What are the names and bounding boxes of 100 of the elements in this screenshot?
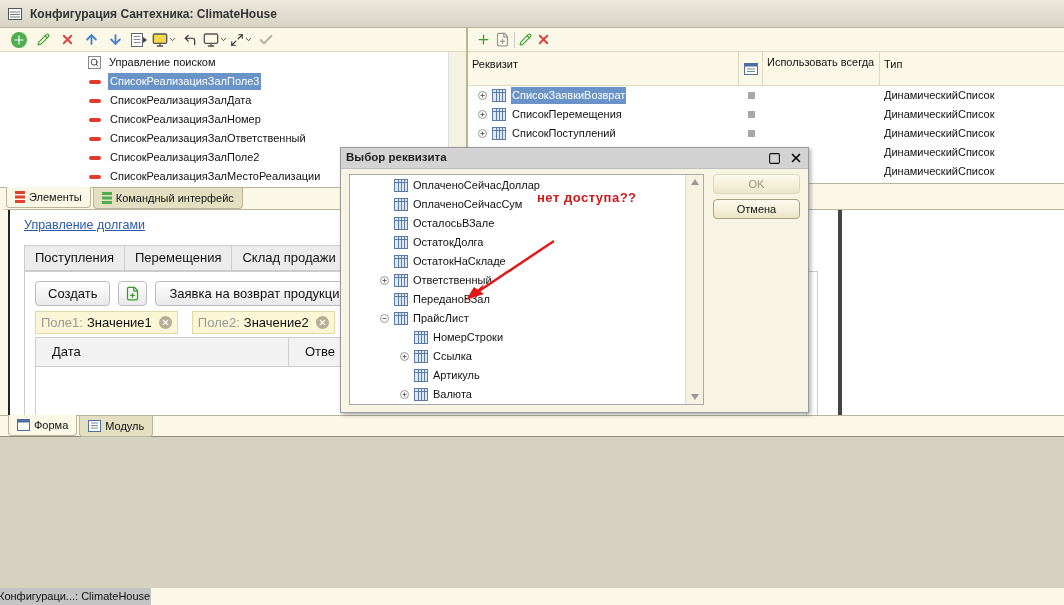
column-header[interactable]: Реквизит <box>468 52 739 85</box>
edit-icon[interactable] <box>519 33 532 46</box>
scrollbar[interactable] <box>685 175 703 404</box>
filter-chip[interactable]: Поле1: Значение1 <box>35 310 178 334</box>
resize-icon[interactable] <box>230 32 244 47</box>
table-icon <box>414 369 428 382</box>
filter-field: Поле2: <box>197 312 240 332</box>
table-icon <box>394 198 408 211</box>
tree-item[interactable]: ОплаченоСейчасСум <box>413 196 523 213</box>
form-icon <box>743 62 758 75</box>
search-icon <box>88 56 101 69</box>
checkbox[interactable] <box>747 130 755 137</box>
form-icon[interactable] <box>131 32 147 47</box>
table-cell[interactable]: СписокПеремещения <box>511 106 623 123</box>
field-icon <box>89 117 101 122</box>
tab[interactable]: Перемещения <box>124 244 233 271</box>
column-header[interactable]: Дата <box>36 337 289 366</box>
document-icon <box>88 420 102 432</box>
stack-icon <box>15 191 25 203</box>
table-icon <box>394 217 408 230</box>
monitor-icon[interactable] <box>152 31 168 48</box>
table-icon <box>394 293 408 306</box>
tab[interactable]: Модуль <box>79 416 154 437</box>
tree-item[interactable]: ОстатокДолга <box>413 234 484 251</box>
scroll-down-icon[interactable] <box>690 394 699 400</box>
table-cell[interactable]: СписокПоступлений <box>511 125 617 142</box>
tree-item[interactable]: Управление поиском <box>107 54 218 71</box>
table-icon <box>394 312 408 325</box>
caret-icon[interactable] <box>244 35 253 44</box>
table-icon <box>394 274 408 287</box>
clear-icon[interactable] <box>315 315 329 329</box>
add-table-icon[interactable] <box>495 32 510 47</box>
annotation: нет доступа?? <box>537 190 637 207</box>
filter-chip[interactable]: Поле2: Значение2 <box>191 310 335 334</box>
add-icon[interactable] <box>11 31 27 48</box>
field-icon <box>89 98 101 103</box>
table-cell-text: ДинамическийСписок <box>883 107 996 123</box>
move-up-icon[interactable] <box>83 32 99 47</box>
table-icon <box>394 179 408 192</box>
tab[interactable]: Поступления <box>24 244 125 271</box>
create-button[interactable]: Создать <box>35 280 111 306</box>
expand-icon[interactable] <box>380 276 389 285</box>
collapse-icon[interactable] <box>380 314 389 323</box>
tree-item[interactable]: ОсталосьВЗале <box>413 215 495 232</box>
caret-icon[interactable] <box>219 35 228 44</box>
tab[interactable]: Элементы <box>6 187 91 208</box>
column-header[interactable]: Использовать всегда <box>763 52 880 85</box>
tree-item[interactable]: Валюта <box>433 386 472 403</box>
delete-icon[interactable] <box>536 32 551 47</box>
filter-value: Значение2 <box>243 313 309 332</box>
window-title: Конфигурация Сантехника: ClimateHouse <box>30 5 277 23</box>
link[interactable]: Управление долгами <box>24 216 146 235</box>
tree-item[interactable]: СписокРеализацияЗалДата <box>108 92 254 109</box>
field-icon <box>89 155 101 160</box>
maximize-icon[interactable] <box>768 151 781 165</box>
tree-item[interactable]: Артикуль <box>433 367 480 384</box>
close-icon[interactable] <box>789 151 803 165</box>
tree-item[interactable]: СписокРеализацияЗалОтветственный <box>108 130 308 147</box>
tree-item[interactable]: СписокРеализацияЗалПоле2 <box>108 149 262 166</box>
expand-icon[interactable] <box>400 390 409 399</box>
field-icon <box>89 79 101 84</box>
move-down-icon[interactable] <box>107 32 123 47</box>
tree-item[interactable]: СписокРеализацияЗалМестоРеализации <box>108 168 323 185</box>
table-icon <box>492 108 506 121</box>
tree-item[interactable]: Ответственный <box>413 272 492 289</box>
field-icon <box>89 136 101 141</box>
window-icon <box>8 7 22 20</box>
table-icon <box>492 127 506 140</box>
clear-icon[interactable] <box>158 315 172 329</box>
monitor-icon[interactable] <box>203 31 219 48</box>
curved-arrow-icon[interactable] <box>183 32 197 47</box>
expand-icon[interactable] <box>478 91 487 100</box>
table-cell-text: ДинамическийСписок <box>883 145 996 161</box>
table-cell-text: ДинамическийСписок <box>883 126 996 142</box>
form-icon <box>17 419 30 431</box>
caret-icon[interactable] <box>168 35 177 44</box>
table-icon <box>492 89 506 102</box>
edit-icon[interactable] <box>36 33 50 46</box>
expand-icon[interactable] <box>478 110 487 119</box>
checkbox[interactable] <box>747 111 755 118</box>
tree-item[interactable]: ПереданоВЗал <box>413 291 490 308</box>
cancel-button[interactable]: Отмена <box>713 199 800 219</box>
expand-icon[interactable] <box>400 352 409 361</box>
tree-item[interactable]: ОплаченоСейчасДоллар <box>413 177 540 194</box>
tree-item[interactable]: НомерСтроки <box>433 329 504 346</box>
add-document-button[interactable] <box>118 280 148 306</box>
column-header[interactable]: Тип <box>880 52 1064 85</box>
expand-icon[interactable] <box>478 129 487 138</box>
tree-item[interactable]: СписокРеализацияЗалНомер <box>108 111 263 128</box>
scroll-up-icon[interactable] <box>690 179 699 185</box>
checkbox[interactable] <box>747 92 755 99</box>
tree-item[interactable]: ПрайсЛист <box>413 310 469 327</box>
tree-item[interactable]: ОстатокНаСкладе <box>413 253 506 270</box>
tab[interactable]: Командный интерфейс <box>92 188 243 209</box>
add-document-icon <box>125 285 141 301</box>
tab[interactable]: Форма <box>8 415 78 436</box>
table-icon <box>414 350 428 363</box>
table-cell-text: ДинамическийСписок <box>883 164 996 180</box>
add-icon[interactable] <box>476 32 491 47</box>
tree-item[interactable]: Ссылка <box>433 348 472 365</box>
